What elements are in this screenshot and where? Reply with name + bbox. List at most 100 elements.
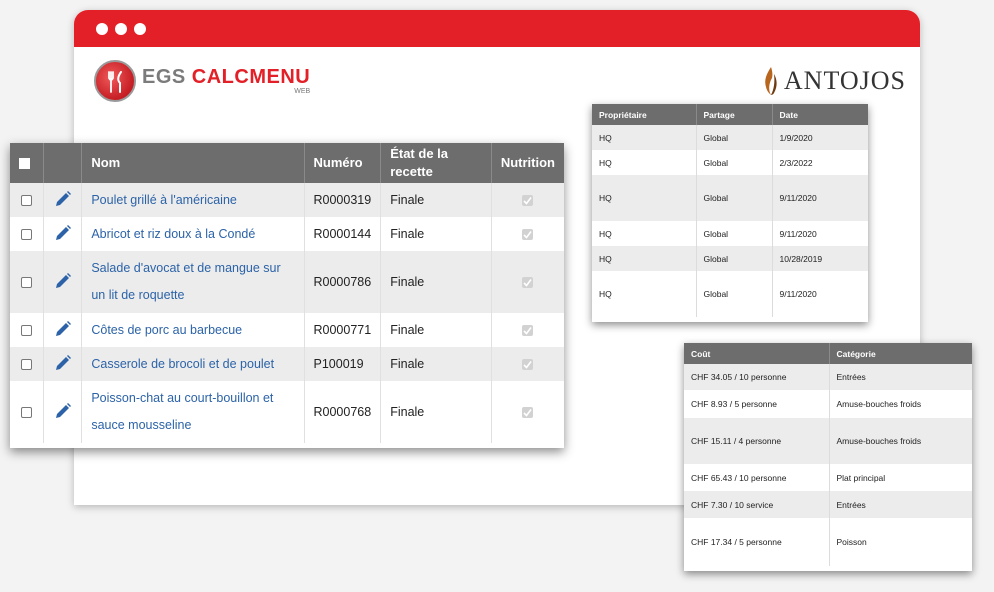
nutrition-cell (491, 183, 564, 217)
edit-cell (43, 217, 83, 251)
share-cell: Global (696, 125, 773, 150)
date-cell: 10/28/2019 (772, 246, 868, 271)
col-nutrition-header[interactable]: Nutrition (491, 143, 564, 183)
table-row: HQ Global 9/11/2020 (592, 221, 868, 246)
pencil-icon[interactable] (54, 190, 72, 208)
logo-text-web: WEB (294, 88, 311, 95)
edit-cell (43, 381, 83, 443)
cost-cell: CHF 34.05 / 10 personne (684, 364, 830, 390)
recipe-number: R0000144 (304, 217, 382, 251)
window-dot-close[interactable] (96, 22, 108, 35)
recipe-state: Finale (380, 381, 492, 443)
row-checkbox[interactable] (21, 407, 33, 419)
col-category-header[interactable]: Catégorie (829, 343, 972, 364)
owner-cell: HQ (592, 221, 697, 246)
recipe-number: R0000768 (304, 381, 382, 443)
col-number-header[interactable]: Numéro (304, 143, 382, 183)
nutrition-checkbox (522, 229, 534, 241)
nutrition-checkbox (522, 195, 534, 207)
pencil-icon[interactable] (54, 272, 72, 290)
col-cost-header[interactable]: Coût (684, 343, 830, 364)
recipe-name-link[interactable]: Casserole de brocoli et de poulet (81, 347, 305, 381)
col-state-header[interactable]: État de la recette (380, 143, 492, 183)
flame-icon (765, 67, 777, 95)
table-row: Salade d'avocat et de mangue sur un lit … (10, 251, 564, 313)
row-checkbox[interactable] (21, 277, 33, 289)
col-owner-header[interactable]: Propriétaire (592, 104, 697, 125)
logo-text-calcmenu: CALCMENU (191, 66, 311, 88)
cost-table: Coût Catégorie CHF 34.05 / 10 personne E… (684, 343, 972, 566)
recipe-name-link[interactable]: Salade d'avocat et de mangue sur un lit … (81, 251, 305, 313)
browser-title-bar (74, 10, 920, 47)
cost-cell: CHF 15.11 / 4 personne (684, 418, 830, 464)
row-checkbox[interactable] (21, 229, 33, 241)
share-cell: Global (696, 221, 773, 246)
col-share-header[interactable]: Partage (696, 104, 773, 125)
pencil-icon[interactable] (54, 224, 72, 242)
pencil-icon[interactable] (54, 402, 72, 420)
edit-cell (43, 347, 83, 381)
edit-cell (43, 183, 83, 217)
pencil-icon[interactable] (54, 320, 72, 338)
category-cell: Poisson (829, 518, 972, 566)
table-row: HQ Global 9/11/2020 (592, 271, 868, 317)
share-cell: Global (696, 271, 773, 317)
recipe-state: Finale (380, 183, 492, 217)
table-row: CHF 8.93 / 5 personne Amuse-bouches froi… (684, 390, 972, 418)
date-cell: 1/9/2020 (772, 125, 868, 150)
cost-category-panel: Coût Catégorie CHF 34.05 / 10 personne E… (684, 343, 972, 571)
share-cell: Global (696, 246, 773, 271)
nutrition-checkbox (522, 359, 534, 371)
date-cell: 2/3/2022 (772, 150, 868, 175)
table-row: CHF 15.11 / 4 personne Amuse-bouches fro… (684, 418, 972, 464)
nutrition-checkbox (522, 407, 534, 419)
row-select-cell (10, 381, 45, 443)
row-select-cell (10, 217, 45, 251)
select-all-checkbox[interactable] (19, 157, 30, 169)
col-date-header[interactable]: Date (772, 104, 868, 125)
edit-cell (43, 313, 83, 347)
table-row: CHF 34.05 / 10 personne Entrées (684, 364, 972, 390)
owner-cell: HQ (592, 271, 697, 317)
cost-cell: CHF 65.43 / 10 personne (684, 464, 830, 491)
cost-cell: CHF 8.93 / 5 personne (684, 390, 830, 418)
col-name-header[interactable]: Nom (81, 143, 305, 183)
edit-cell (43, 251, 83, 313)
recipe-state: Finale (380, 251, 492, 313)
row-select-cell (10, 347, 45, 381)
row-checkbox[interactable] (21, 195, 33, 207)
recipe-number: R0000786 (304, 251, 382, 313)
owner-share-date-panel: Propriétaire Partage Date HQ Global 1/9/… (592, 104, 868, 322)
nutrition-cell (491, 217, 564, 251)
table-row: Casserole de brocoli et de poulet P10001… (10, 347, 564, 381)
recipe-name-link[interactable]: Abricot et riz doux à la Condé (81, 217, 305, 251)
recipe-number: R0000319 (304, 183, 382, 217)
nutrition-cell (491, 251, 564, 313)
table-row: HQ Global 10/28/2019 (592, 246, 868, 271)
row-checkbox[interactable] (21, 359, 33, 371)
table-row: Poisson-chat au court-bouillon et sauce … (10, 381, 564, 443)
recipe-list-panel: Nom Numéro État de la recette Nutrition … (10, 143, 564, 448)
recipe-state: Finale (380, 313, 492, 347)
recipe-name-link[interactable]: Poisson-chat au court-bouillon et sauce … (81, 381, 305, 443)
nutrition-cell (491, 313, 564, 347)
date-cell: 9/11/2020 (772, 221, 868, 246)
cost-cell: CHF 17.34 / 5 personne (684, 518, 830, 566)
logo-text-egs: EGS (142, 66, 192, 88)
share-cell: Global (696, 150, 773, 175)
antojos-logo: ANTOJOS (762, 66, 906, 96)
row-checkbox[interactable] (21, 325, 33, 337)
owner-cell: HQ (592, 246, 697, 271)
egs-calcmenu-logo: EGS CALCMENU WEB (94, 60, 310, 102)
recipe-name-link[interactable]: Poulet grillé à l'américaine (81, 183, 305, 217)
recipe-name-link[interactable]: Côtes de porc au barbecue (81, 313, 305, 347)
recipe-number: P100019 (304, 347, 382, 381)
window-dot-maximize[interactable] (134, 22, 146, 35)
owner-table: Propriétaire Partage Date HQ Global 1/9/… (592, 104, 868, 317)
window-dot-minimize[interactable] (115, 22, 127, 35)
select-all-header[interactable] (10, 143, 45, 183)
share-cell: Global (696, 175, 773, 221)
calcmenu-logo-icon (94, 60, 136, 102)
pencil-icon[interactable] (54, 354, 72, 372)
nutrition-cell (491, 381, 564, 443)
